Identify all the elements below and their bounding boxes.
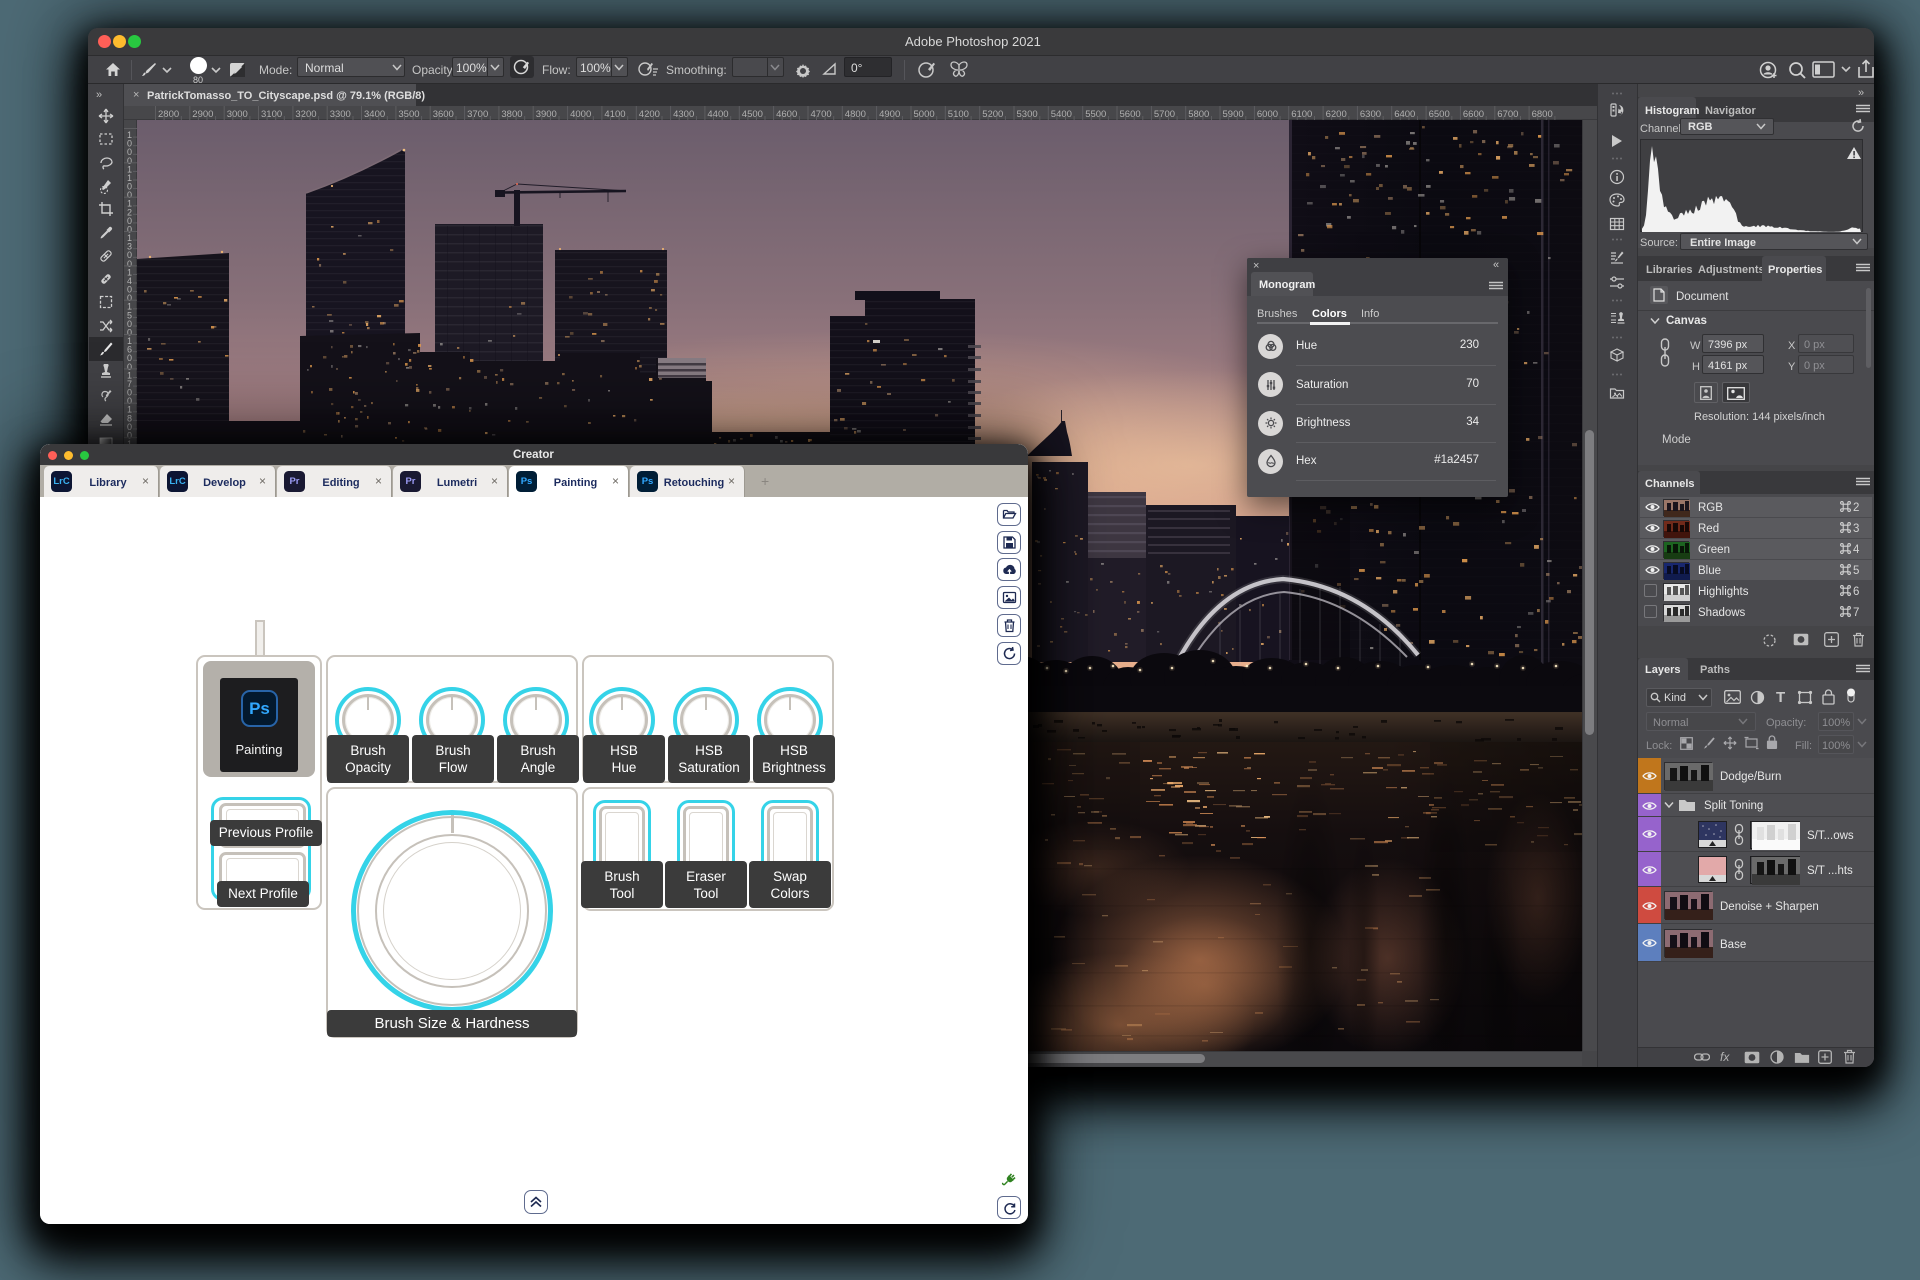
svg-text:5800: 5800 — [1188, 109, 1209, 120]
svg-text:4800: 4800 — [845, 109, 866, 120]
svg-text:3400: 3400 — [364, 109, 385, 120]
svg-text:4900: 4900 — [879, 109, 900, 120]
svg-text:4100: 4100 — [604, 109, 625, 120]
svg-text:5300: 5300 — [1017, 109, 1038, 120]
svg-text:4500: 4500 — [742, 109, 763, 120]
svg-text:3900: 3900 — [536, 109, 557, 120]
svg-text:4000: 4000 — [570, 109, 591, 120]
svg-text:6600: 6600 — [1463, 109, 1484, 120]
svg-text:6800: 6800 — [1532, 109, 1553, 120]
svg-text:2800: 2800 — [158, 109, 179, 120]
svg-text:5700: 5700 — [1154, 109, 1175, 120]
svg-text:4300: 4300 — [673, 109, 694, 120]
svg-text:5600: 5600 — [1120, 109, 1141, 120]
svg-text:3500: 3500 — [398, 109, 419, 120]
svg-text:6100: 6100 — [1291, 109, 1312, 120]
svg-text:6200: 6200 — [1326, 109, 1347, 120]
svg-text:2900: 2900 — [192, 109, 213, 120]
svg-text:3600: 3600 — [433, 109, 454, 120]
svg-text:3100: 3100 — [261, 109, 282, 120]
svg-text:6300: 6300 — [1360, 109, 1381, 120]
svg-text:5500: 5500 — [1085, 109, 1106, 120]
svg-text:6400: 6400 — [1394, 109, 1415, 120]
svg-text:5900: 5900 — [1223, 109, 1244, 120]
svg-text:3200: 3200 — [295, 109, 316, 120]
svg-text:6700: 6700 — [1497, 109, 1518, 120]
svg-text:5100: 5100 — [948, 109, 969, 120]
svg-text:6500: 6500 — [1429, 109, 1450, 120]
svg-text:3300: 3300 — [330, 109, 351, 120]
svg-text:4600: 4600 — [776, 109, 797, 120]
svg-text:3700: 3700 — [467, 109, 488, 120]
svg-text:4400: 4400 — [707, 109, 728, 120]
svg-text:3800: 3800 — [501, 109, 522, 120]
svg-text:5400: 5400 — [1051, 109, 1072, 120]
svg-text:5000: 5000 — [914, 109, 935, 120]
svg-text:3000: 3000 — [227, 109, 248, 120]
svg-text:5200: 5200 — [982, 109, 1003, 120]
svg-text:4700: 4700 — [811, 109, 832, 120]
svg-text:4200: 4200 — [639, 109, 660, 120]
svg-text:6000: 6000 — [1257, 109, 1278, 120]
